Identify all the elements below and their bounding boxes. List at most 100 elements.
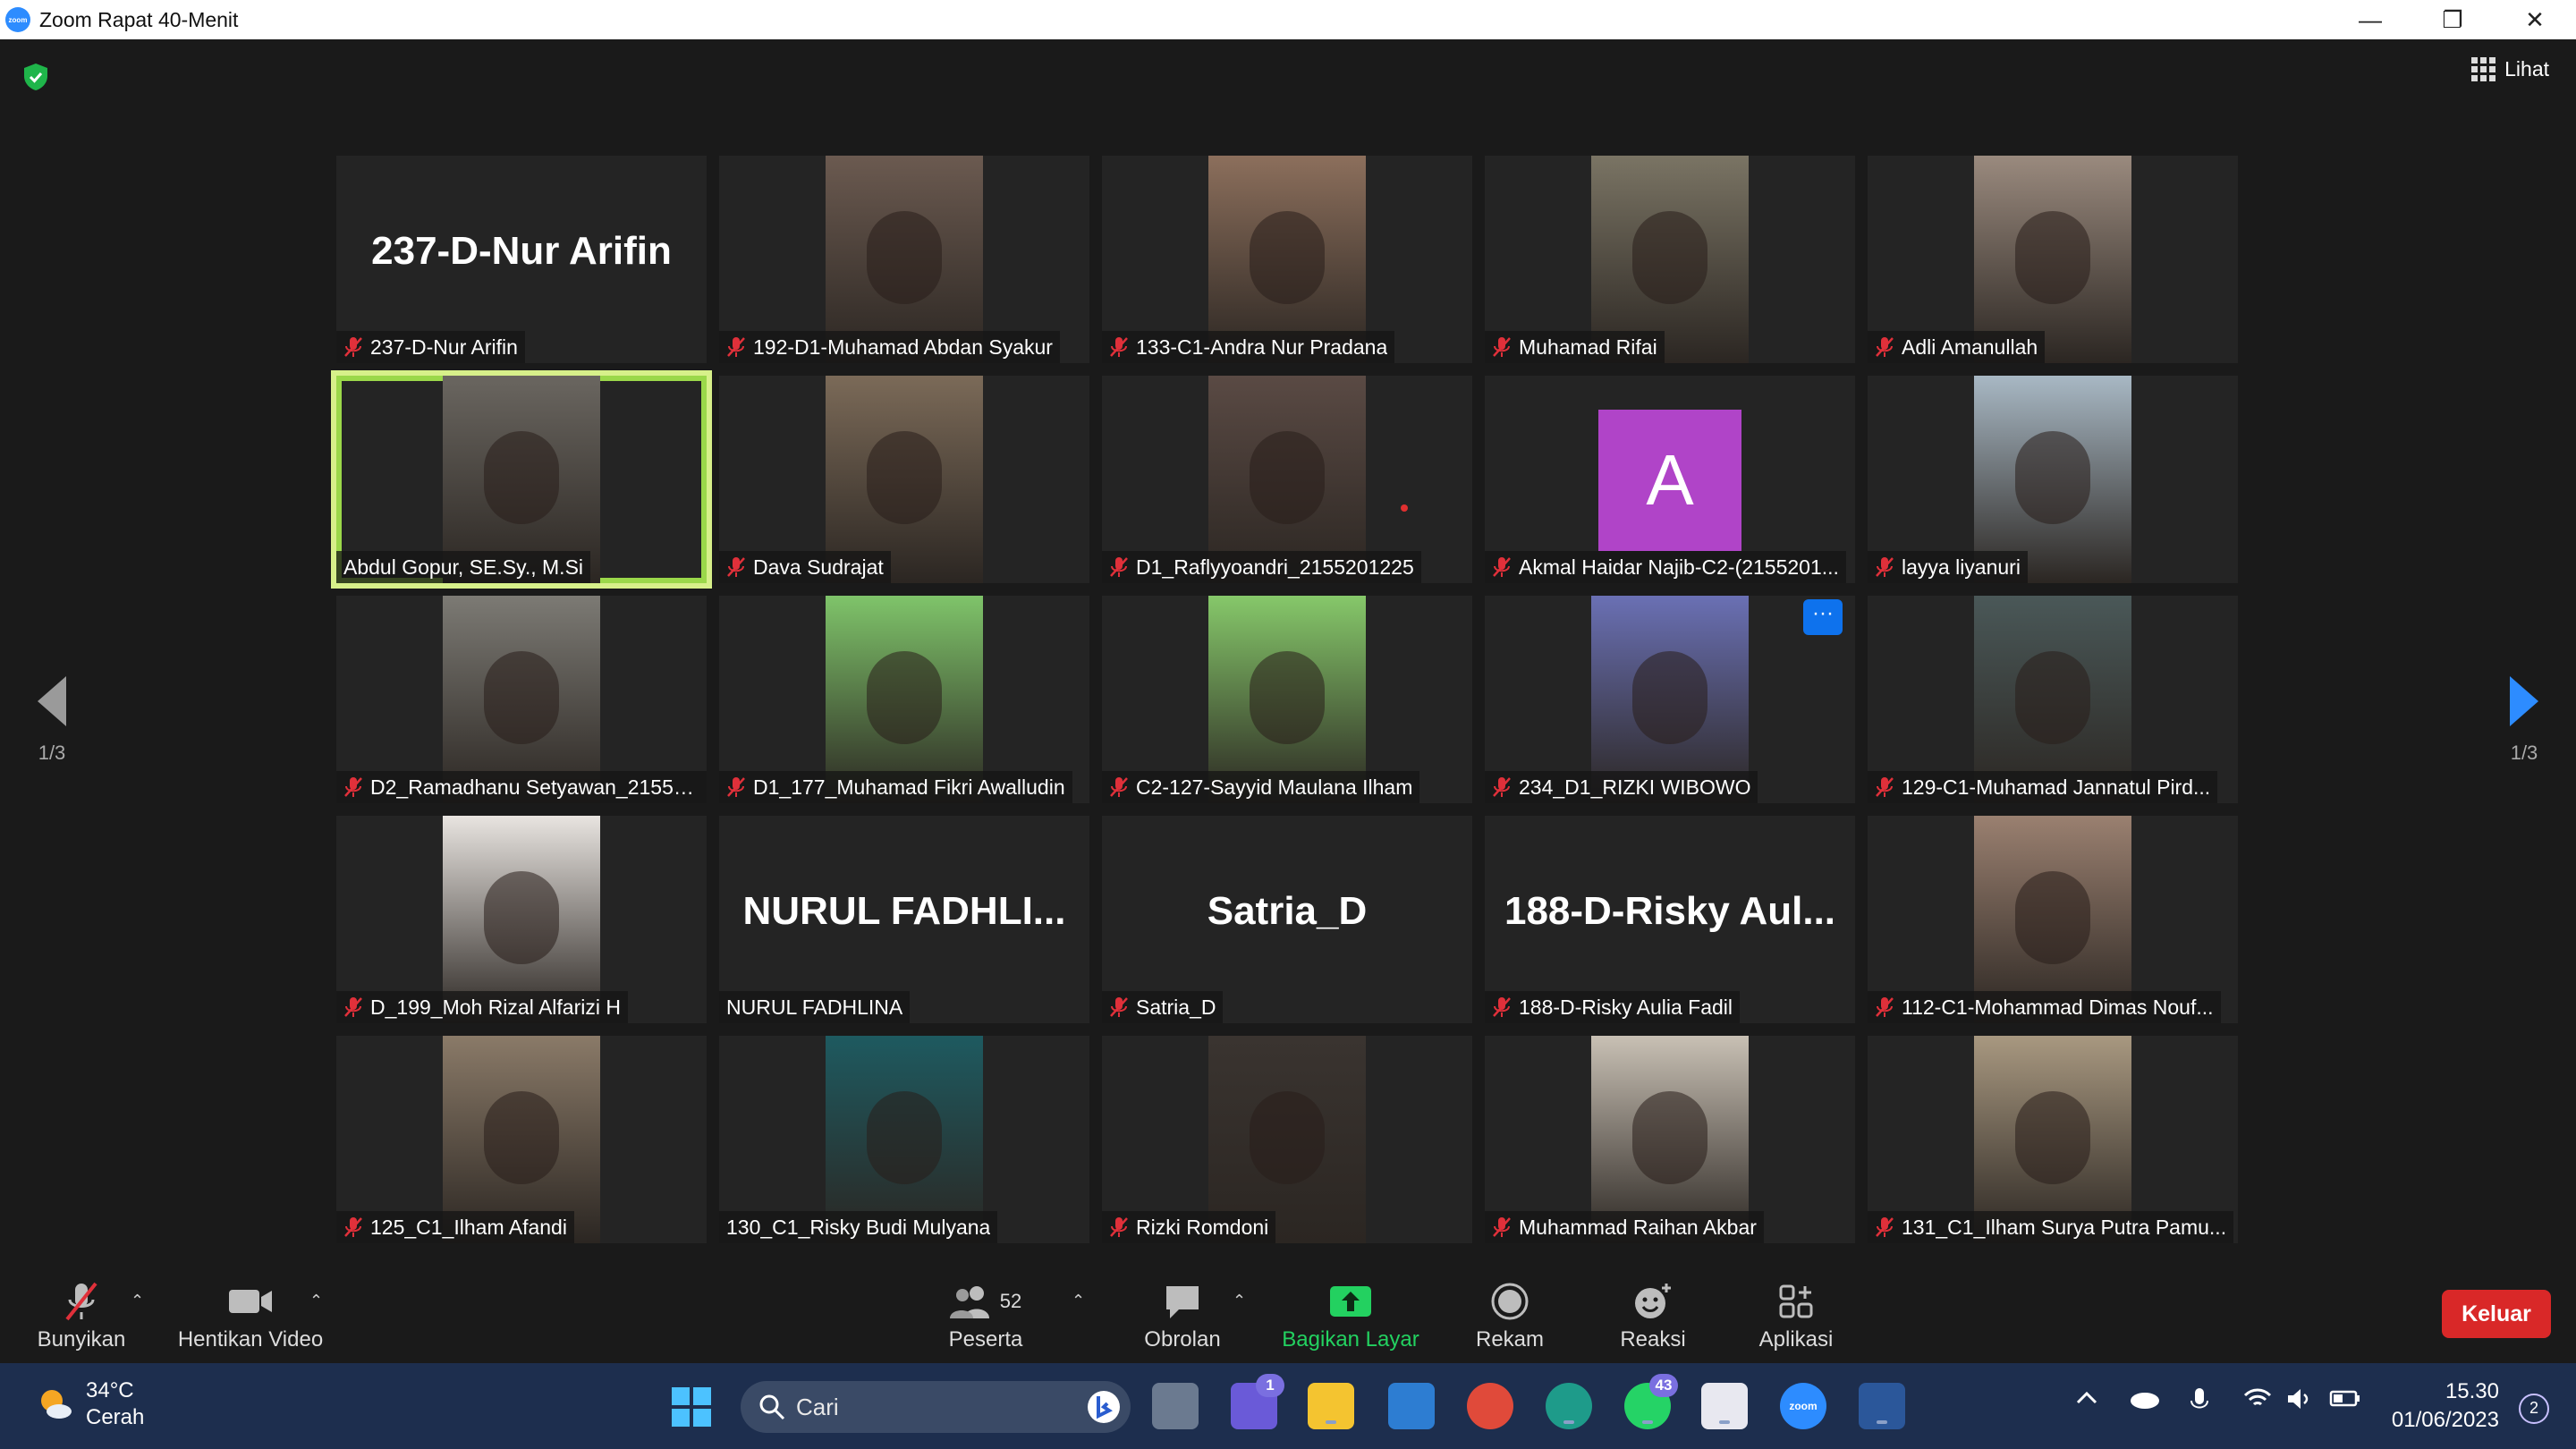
onedrive-cloud-icon[interactable] (2129, 1386, 2161, 1410)
apps-button[interactable]: Aplikasi (1746, 1279, 1846, 1352)
battery-icon[interactable] (2329, 1386, 2361, 1410)
view-button[interactable]: Lihat (2471, 57, 2549, 81)
weather-widget[interactable]: 34°C Cerah (36, 1377, 144, 1431)
teams-badge: 1 (1256, 1374, 1284, 1397)
video-options-caret[interactable]: ⌃ (309, 1292, 323, 1310)
windows-start-icon[interactable] (671, 1386, 712, 1428)
participant-tile[interactable]: D1_Raflyyoandri_2155201225 (1102, 376, 1472, 583)
participant-tile[interactable]: 112-C1-Mohammad Dimas Nouf... (1868, 816, 2238, 1023)
leave-meeting-button[interactable]: Keluar (2442, 1290, 2551, 1338)
more-options-button[interactable]: ··· (1803, 599, 1843, 635)
participant-tile[interactable]: C2-127-Sayyid Maulana Ilham (1102, 596, 1472, 803)
microphone-icon[interactable] (2190, 1386, 2209, 1413)
next-page-button[interactable]: 1/3 (2497, 674, 2551, 765)
close-button[interactable]: ✕ (2494, 0, 2576, 39)
participant-face (867, 651, 942, 744)
participant-tile[interactable]: 188-D-Risky Aul... 188-D-Risky Aulia Fadi… (1485, 816, 1855, 1023)
participant-tile[interactable]: Dava Sudrajat (719, 376, 1089, 583)
participant-name-label: 237-D-Nur Arifin (336, 331, 525, 363)
edge-icon[interactable] (1546, 1383, 1592, 1429)
participants-button[interactable]: 52 Peserta (939, 1279, 1032, 1352)
participant-name: 130_C1_Risky Budi Mulyana (726, 1215, 991, 1239)
reactions-button[interactable]: Reaksi (1606, 1279, 1699, 1352)
teams-chat-icon[interactable]: 1 (1231, 1374, 1284, 1429)
participant-tile[interactable]: 131_C1_Ilham Surya Putra Pamu... (1868, 1036, 2238, 1243)
participant-tile[interactable]: NURUL FADHLI... NURUL FADHLINA (719, 816, 1089, 1023)
participant-name-label: 125_C1_Ilham Afandi (336, 1211, 574, 1243)
participant-name-label: D1_177_Muhamad Fikri Awalludin (719, 771, 1072, 803)
participant-name-label: 112-C1-Mohammad Dimas Nouf... (1868, 991, 2221, 1023)
snipping-tool-icon[interactable] (1701, 1383, 1748, 1429)
participant-face (1250, 1091, 1325, 1184)
share-screen-button[interactable]: Bagikan Layar (1277, 1279, 1424, 1352)
whatsapp-badge: 43 (1649, 1374, 1678, 1397)
participant-tile[interactable]: 192-D1-Muhamad Abdan Syakur (719, 156, 1089, 363)
chat-label: Obrolan (1144, 1327, 1221, 1352)
previous-page-button[interactable]: 1/3 (25, 674, 79, 765)
chrome-icon[interactable] (1467, 1383, 1513, 1429)
participant-display-name: 237-D-Nur Arifin (371, 229, 672, 273)
participant-tile[interactable]: D_199_Moh Rizal Alfarizi H (336, 816, 707, 1023)
participant-name: 237-D-Nur Arifin (370, 335, 518, 359)
participant-tile[interactable]: Satria_D Satria_D (1102, 816, 1472, 1023)
participant-tile[interactable]: Muhammad Raihan Akbar (1485, 1036, 1855, 1243)
minimize-button[interactable]: — (2329, 0, 2411, 39)
meeting-area: Lihat 1/3 1/3 237-D-Nur Arifin 237-D-Nur … (0, 39, 2576, 1259)
participant-tile[interactable]: Muhamad Rifai (1485, 156, 1855, 363)
mic-muted-icon (726, 776, 746, 798)
page-indicator-left: 1/3 (38, 741, 66, 764)
participant-name-label: Muhammad Raihan Akbar (1485, 1211, 1764, 1243)
participant-tile[interactable]: Abdul Gopur, SE.Sy., M.Si (331, 370, 712, 589)
participant-face (484, 431, 559, 524)
chat-button[interactable]: Obrolan (1134, 1279, 1231, 1352)
word-icon[interactable] (1859, 1383, 1905, 1429)
participant-face (1632, 651, 1707, 744)
mic-muted-icon (1492, 1216, 1512, 1238)
participant-face (2015, 871, 2090, 964)
wifi-icon[interactable] (2243, 1386, 2272, 1410)
participant-name: 192-D1-Muhamad Abdan Syakur (753, 335, 1053, 359)
participant-tile[interactable]: D1_177_Muhamad Fikri Awalludin (719, 596, 1089, 803)
apps-icon (1779, 1284, 1813, 1318)
participant-tile[interactable]: 125_C1_Ilham Afandi (336, 1036, 707, 1243)
participant-name-label: NURUL FADHLINA (719, 991, 911, 1023)
participant-tile[interactable]: Rizki Romdoni (1102, 1036, 1472, 1243)
grid-view-icon (2471, 57, 2496, 81)
volume-icon[interactable] (2286, 1386, 2315, 1411)
participant-tile[interactable]: Adli Amanullah (1868, 156, 2238, 363)
participant-tile[interactable]: ··· 234_D1_RIZKI WIBOWO (1485, 596, 1855, 803)
participant-avatar: A (1598, 410, 1741, 551)
page-indicator-right: 1/3 (2510, 741, 2538, 764)
participant-tile[interactable]: A Akmal Haidar Najib-C2-(2155201... (1485, 376, 1855, 583)
encryption-shield-icon[interactable] (23, 63, 48, 91)
stop-video-button[interactable]: Hentikan Video (170, 1279, 331, 1352)
participant-tile[interactable]: 129-C1-Muhamad Jannatul Pird... (1868, 596, 2238, 803)
chat-options-caret[interactable]: ⌃ (1233, 1292, 1246, 1310)
chevron-up-icon[interactable] (2075, 1386, 2098, 1410)
arrow-left-icon (38, 676, 66, 726)
task-view-icon[interactable] (1152, 1383, 1199, 1429)
participant-tile[interactable]: 130_C1_Risky Budi Mulyana (719, 1036, 1089, 1243)
file-explorer-icon[interactable] (1308, 1383, 1354, 1429)
view-button-label: Lihat (2504, 57, 2549, 80)
mic-muted-icon (1492, 556, 1512, 578)
participant-tile[interactable]: D2_Ramadhanu Setyawan_21552... (336, 596, 707, 803)
unmute-button[interactable]: Bunyikan (25, 1279, 138, 1352)
zoom-taskbar-icon[interactable]: zoom (1780, 1383, 1826, 1429)
record-button[interactable]: Rekam (1463, 1279, 1556, 1352)
participant-tile[interactable]: 237-D-Nur Arifin 237-D-Nur Arifin (336, 156, 707, 363)
whatsapp-icon[interactable]: 43 (1624, 1374, 1678, 1429)
participant-tile[interactable]: layya liyanuri (1868, 376, 2238, 583)
participant-name-label: Satria_D (1102, 991, 1224, 1023)
participant-name: Muhamad Rifai (1519, 335, 1657, 359)
audio-options-caret[interactable]: ⌃ (131, 1292, 144, 1310)
microsoft-store-icon[interactable] (1388, 1383, 1435, 1429)
taskbar-search-box[interactable]: Cari (741, 1381, 1131, 1433)
share-screen-label: Bagikan Layar (1282, 1327, 1419, 1352)
participant-name: Abdul Gopur, SE.Sy., M.Si (343, 555, 584, 579)
participants-options-caret[interactable]: ⌃ (1072, 1292, 1085, 1310)
restore-button[interactable]: ❐ (2411, 0, 2494, 39)
taskbar-clock[interactable]: 15.30 01/06/2023 (2392, 1377, 2499, 1435)
notification-badge[interactable]: 2 (2519, 1394, 2549, 1424)
participant-tile[interactable]: 133-C1-Andra Nur Pradana (1102, 156, 1472, 363)
